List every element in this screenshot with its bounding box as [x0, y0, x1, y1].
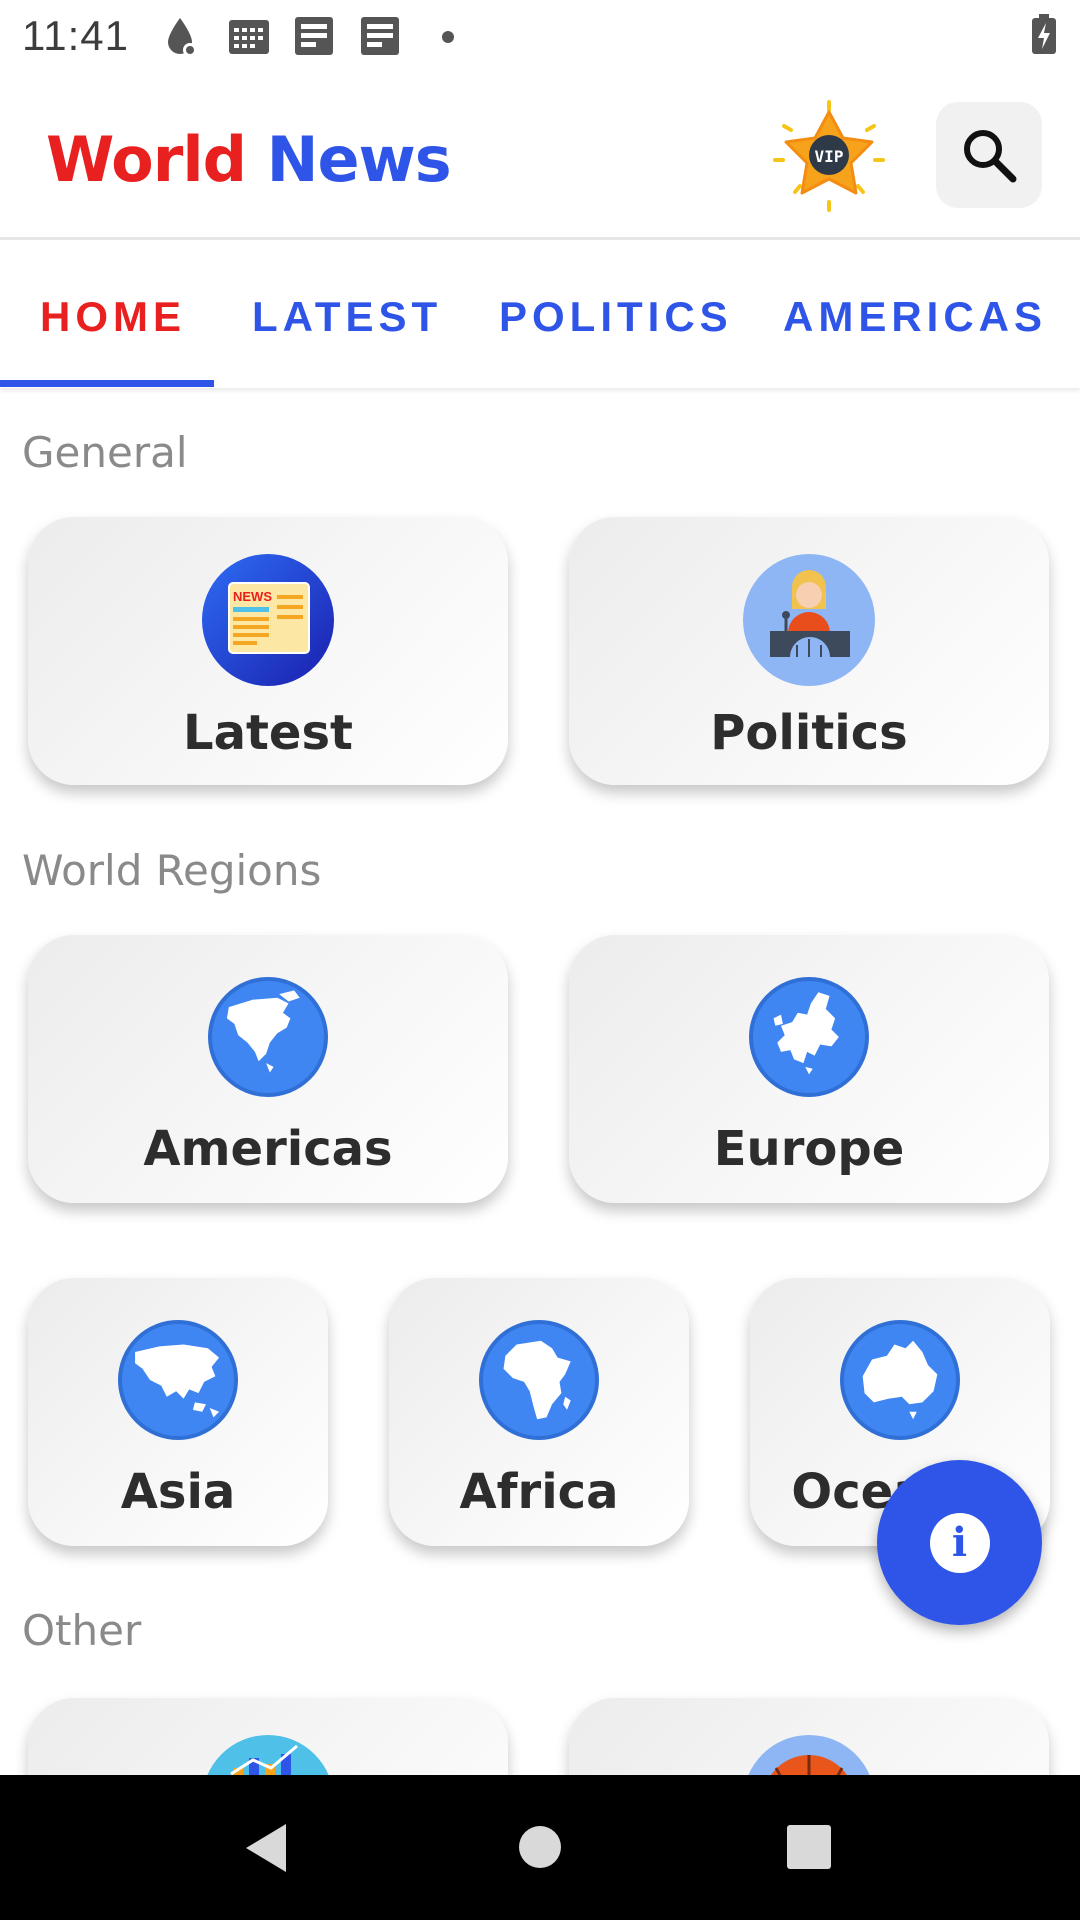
category-card-label: Latest — [183, 705, 353, 761]
system-nav-bar — [0, 1775, 1080, 1920]
vip-label: VIP — [815, 147, 844, 166]
category-card-label: Americas — [143, 1121, 393, 1177]
recents-icon[interactable] — [786, 1824, 832, 1870]
category-card-label: Asia — [120, 1464, 236, 1520]
africa-globe-icon — [479, 1320, 599, 1440]
search-button[interactable] — [936, 102, 1042, 208]
article-notification-icon — [295, 17, 333, 55]
app-bar: World News VIP — [0, 75, 1080, 240]
tab-latest[interactable]: LATEST — [252, 293, 442, 341]
app-title-world: World — [46, 123, 247, 196]
category-card-label: Africa — [459, 1464, 619, 1520]
info-button[interactable]: i — [877, 1460, 1042, 1625]
tab-americas[interactable]: AMERICAS — [783, 293, 1047, 341]
category-card-label: Politics — [710, 705, 908, 761]
info-icon: i — [929, 1512, 990, 1573]
category-card-asia[interactable]: Asia — [28, 1278, 328, 1546]
app-title-news: News — [266, 123, 452, 196]
search-icon — [964, 130, 1017, 183]
oceania-globe-icon — [840, 1320, 960, 1440]
category-tabs: HOME LATEST POLITICS AMERICAS — [0, 243, 1080, 388]
newspaper-icon-text: NEWS — [233, 589, 272, 604]
drop-notification-icon — [168, 18, 197, 57]
app-title: World News — [46, 123, 452, 196]
status-bar: 11:41 — [0, 0, 1080, 75]
speaker-podium-icon — [743, 554, 875, 686]
tab-home[interactable]: HOME — [40, 293, 186, 341]
category-card-africa[interactable]: Africa — [389, 1278, 689, 1546]
battery-charging-icon — [1032, 14, 1056, 54]
section-title-world-regions: World Regions — [22, 846, 322, 895]
europe-globe-icon — [749, 977, 869, 1097]
section-title-other: Other — [22, 1606, 142, 1655]
category-card-label: Europe — [713, 1121, 905, 1177]
home-icon[interactable] — [517, 1824, 563, 1870]
more-notifications-dot — [442, 31, 454, 43]
calendar-notification-icon — [229, 20, 269, 54]
tab-active-indicator — [0, 380, 214, 387]
section-title-general: General — [22, 428, 188, 477]
category-card-europe[interactable]: Europe — [569, 935, 1049, 1203]
category-card-latest[interactable]: NEWS Latest — [28, 517, 508, 785]
status-time: 11:41 — [22, 12, 129, 59]
vip-star-icon[interactable]: VIP — [770, 100, 888, 212]
article-notification-icon — [361, 17, 399, 55]
back-icon[interactable] — [242, 1822, 290, 1874]
north-america-globe-icon — [208, 977, 328, 1097]
category-card-politics[interactable]: Politics — [569, 517, 1049, 785]
asia-globe-icon — [118, 1320, 238, 1440]
category-card-americas[interactable]: Americas — [28, 935, 508, 1203]
tab-politics[interactable]: POLITICS — [499, 293, 733, 341]
newspaper-icon: NEWS — [202, 554, 334, 686]
